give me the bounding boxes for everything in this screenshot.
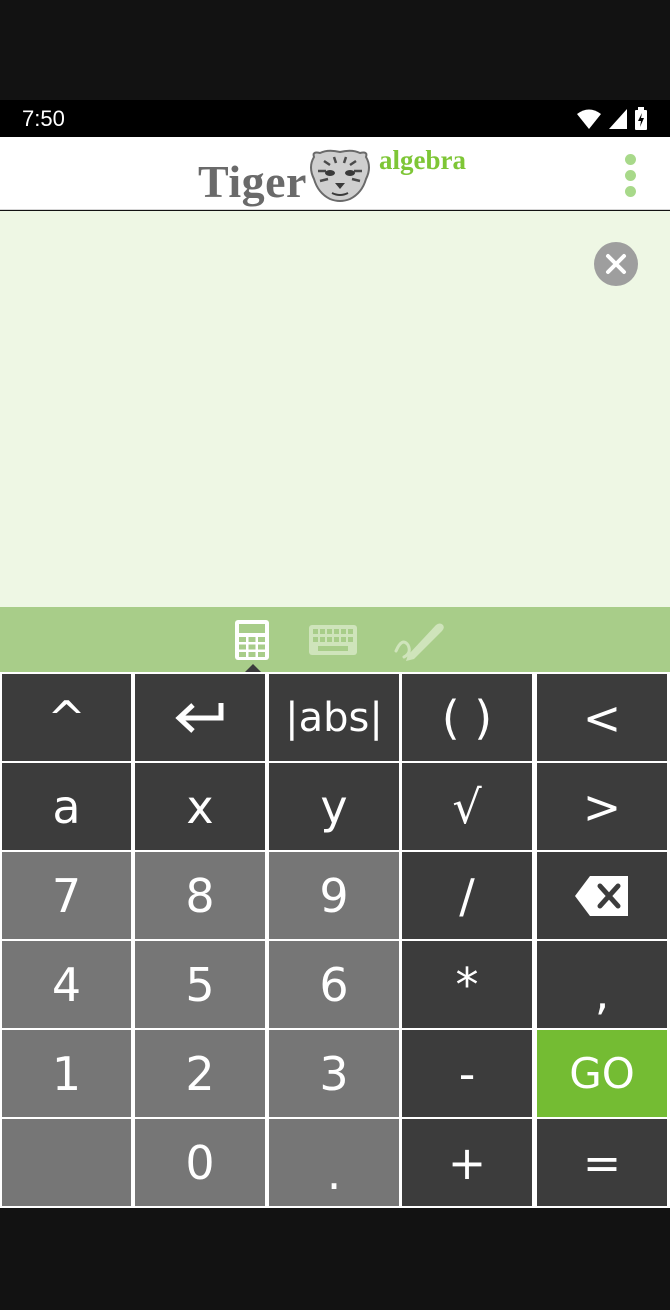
less-than-key[interactable]: < <box>537 674 667 761</box>
digit-4-key[interactable]: 4 <box>2 941 131 1028</box>
digit-0-key[interactable]: 0 <box>135 1119 265 1206</box>
greater-than-key[interactable]: > <box>537 763 667 850</box>
key-label: |abs| <box>285 694 383 741</box>
digit-2-key[interactable]: 2 <box>135 1030 265 1117</box>
tiger-face-icon <box>310 149 370 202</box>
digit-3-key[interactable]: 3 <box>269 1030 399 1117</box>
decimal-key[interactable]: . <box>269 1119 399 1206</box>
bottom-spacer <box>0 1208 670 1310</box>
plus-key[interactable]: + <box>402 1119 532 1206</box>
key-label: 3 <box>319 1046 349 1101</box>
key-label: * <box>455 957 479 1012</box>
key-label: , <box>594 965 610 1020</box>
blank-key <box>2 1119 131 1206</box>
math-keypad: ^ |abs| ( ) < a x y √ >7 8 9 / 4 5 6 *, 1 2 3 - GO 0. + = <box>0 672 670 1208</box>
tab-handwriting-mode[interactable] <box>392 617 448 663</box>
key-label: 9 <box>319 868 349 923</box>
enter-key[interactable] <box>135 674 265 761</box>
key-label: > <box>582 779 622 834</box>
key-label: ^ <box>47 690 86 745</box>
key-label: 2 <box>185 1046 215 1101</box>
abs-key[interactable]: |abs| <box>269 674 399 761</box>
x-key[interactable]: x <box>135 763 265 850</box>
key-label: 6 <box>319 957 349 1012</box>
key-label: √ <box>452 779 482 834</box>
close-icon <box>606 254 626 274</box>
key-label: 0 <box>185 1135 215 1190</box>
comma-key[interactable]: , <box>537 941 667 1028</box>
key-label: < <box>582 690 622 745</box>
cell-signal-icon <box>609 109 627 129</box>
backspace-key[interactable] <box>537 852 667 939</box>
a-key[interactable]: a <box>2 763 131 850</box>
y-key[interactable]: y <box>269 763 399 850</box>
go-button[interactable]: GO <box>537 1030 667 1117</box>
equals-key[interactable]: = <box>537 1119 667 1206</box>
input-mode-bar <box>0 607 670 672</box>
key-label: 4 <box>51 957 82 1012</box>
key-label: 5 <box>185 957 215 1012</box>
active-tab-indicator <box>245 664 261 672</box>
key-label: = <box>582 1135 622 1190</box>
key-label: 1 <box>51 1046 82 1101</box>
digit-6-key[interactable]: 6 <box>269 941 399 1028</box>
key-label: - <box>458 1046 476 1101</box>
keyboard-icon <box>309 625 357 655</box>
power-key[interactable]: ^ <box>2 674 131 761</box>
digit-7-key[interactable]: 7 <box>2 852 131 939</box>
logo-suffix: algebra <box>379 145 466 175</box>
key-label: / <box>459 868 475 923</box>
menu-dot-icon <box>624 169 636 181</box>
overflow-menu-button[interactable] <box>612 150 648 200</box>
tiger-algebra-logo: Tiger algebra <box>198 143 473 207</box>
multiply-key[interactable]: * <box>402 941 532 1028</box>
clear-input-button[interactable] <box>594 242 638 286</box>
calculator-icon <box>235 620 269 660</box>
key-label: x <box>186 779 214 834</box>
app-header: Tiger algebra <box>0 137 670 210</box>
menu-dot-icon <box>624 185 636 197</box>
menu-dot-icon <box>624 153 636 165</box>
top-spacer <box>0 0 670 100</box>
key-label: 7 <box>51 868 82 923</box>
status-bar: 7:50 <box>0 100 670 137</box>
sqrt-key[interactable]: √ <box>402 763 532 850</box>
key-label: y <box>320 779 348 834</box>
key-label: . <box>326 1145 342 1200</box>
key-label: a <box>52 779 81 834</box>
status-time: 7:50 <box>22 106 65 131</box>
logo-word: Tiger <box>198 156 307 207</box>
tab-keyboard-mode[interactable] <box>306 617 360 663</box>
tab-calculator-mode[interactable] <box>232 617 272 663</box>
backspace-icon <box>575 875 628 916</box>
key-label: 8 <box>185 868 215 923</box>
digit-5-key[interactable]: 5 <box>135 941 265 1028</box>
wifi-icon <box>577 109 601 129</box>
key-label: + <box>447 1135 487 1190</box>
enter-icon <box>175 702 224 733</box>
status-icons <box>576 106 648 132</box>
digit-9-key[interactable]: 9 <box>269 852 399 939</box>
expression-input-area[interactable] <box>0 211 670 607</box>
minus-key[interactable]: - <box>402 1030 532 1117</box>
parentheses-key[interactable]: ( ) <box>402 674 532 761</box>
divide-key[interactable]: / <box>402 852 532 939</box>
pen-icon <box>394 623 444 661</box>
digit-8-key[interactable]: 8 <box>135 852 265 939</box>
key-label: GO <box>569 1049 635 1098</box>
battery-icon <box>635 107 647 130</box>
digit-1-key[interactable]: 1 <box>2 1030 131 1117</box>
key-label: ( ) <box>441 690 493 745</box>
